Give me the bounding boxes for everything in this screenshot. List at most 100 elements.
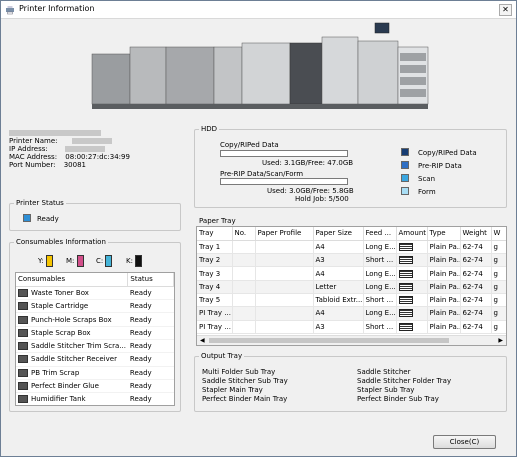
paper-amount-icon [398,269,413,278]
col-no[interactable]: No. [232,227,256,241]
paper-tray-table: Tray No. Paper Profile Paper Size Feed .… [196,226,507,346]
table-row[interactable]: PI Tray ...A3Short ...Plain Pa...62-74g [197,320,506,334]
legend-prerip-swatch [401,161,409,169]
col-consumables[interactable]: Consumables [16,273,129,287]
table-row[interactable]: Perfect Binder Glue Ready [16,379,174,394]
table-row[interactable]: Tray 3A4Long E...Plain Pa...62-74g [197,266,506,281]
prerip-usage-bar [220,178,348,185]
consumables-table: Consumables Status Waste Toner Box Ready … [15,272,175,406]
consumables-group: Consumables Information Y: M: C: K: Cons… [9,238,181,412]
toner-m: M: [66,255,84,267]
hdd-group: HDD Copy/RIPed Data Used: 3.1GB/Free: 47… [194,125,507,208]
port-number-value: 30081 [63,161,86,169]
toner-k-level-icon [135,255,143,267]
legend-form: Form [418,188,436,196]
output-tray-left-2: Stapler Main Tray [202,386,263,394]
h-scrollbar-thumb[interactable] [209,338,449,343]
output-tray-group: Output Tray Multi Folder Sub Tray Saddle… [194,352,507,412]
legend-form-swatch [401,187,409,195]
toner-y: Y: [38,255,53,267]
saddle-receiver-icon [18,355,28,364]
col-w[interactable]: W [491,227,506,241]
output-tray-left-1: Saddle Stitcher Sub Tray [202,377,288,385]
output-tray-title: Output Tray [199,352,245,361]
consumables-title: Consumables Information [14,238,108,247]
paper-tray-title: Paper Tray [199,217,236,225]
title-bar: Printer Information ✕ [1,1,516,19]
table-row[interactable]: Saddle Stitcher Trim Scra... Ready [16,339,174,354]
table-row[interactable]: Tray 1A4Long E...Plain Pa...62-74g [197,240,506,255]
output-tray-right-3: Perfect Binder Sub Tray [357,395,439,403]
col-weight[interactable]: Weight [460,227,492,241]
consumables-header-row: Consumables Status [16,273,174,287]
table-row[interactable]: PI Tray ...A4Long E...Plain Pa...62-74g [197,306,506,321]
table-row[interactable]: Waste Toner Box Ready [16,286,174,301]
copy-ripped-usage-bar [220,150,348,157]
legend-scan-swatch [401,174,409,182]
output-tray-right-1: Saddle Stitcher Folder Tray [357,377,452,385]
saddle-trim-icon [18,342,28,351]
close-window-button[interactable]: ✕ [499,4,512,16]
output-tray-right-2: Stapler Sub Tray [357,386,415,394]
table-row[interactable]: Tray 2A3Short ...Plain Pa...62-74g [197,253,506,268]
printer-illustration [91,22,429,109]
legend-copy-ripped-swatch [401,148,409,156]
hdd-title: HDD [199,125,220,134]
port-number-label: Port Number: [9,161,56,169]
table-row[interactable]: Tray 5Tabloid Extr...Short ...Plain Pa..… [197,293,506,308]
col-feed[interactable]: Feed ... [363,227,397,241]
table-row[interactable]: Punch-Hole Scraps Box Ready [16,312,174,327]
legend-scan: Scan [418,175,436,183]
col-status[interactable]: Status [127,273,174,287]
mac-address-value: 08:00:27:dc:34:99 [65,153,130,161]
waste-toner-icon [18,288,28,297]
printer-status-value: Ready [37,215,59,223]
scroll-right-icon[interactable]: ▶ [498,337,503,345]
punch-hole-icon [18,315,28,324]
legend-prerip: Pre-RIP Data [418,162,462,170]
ip-address-label: IP Address: [9,145,48,153]
paper-amount-icon [398,296,413,305]
prerip-usage: Used: 3.0GB/Free: 5.8GB [267,187,354,195]
window-title: Printer Information [19,4,95,13]
prerip-label: Pre-RIP Data/Scan/Form [220,170,304,178]
pb-trim-icon [18,368,28,377]
toner-k: K: [126,255,143,267]
close-button[interactable]: Close(C) [433,435,496,449]
toner-c: C: [96,255,113,267]
table-row[interactable]: Humidifier Tank Ready [16,392,174,405]
col-paper-profile[interactable]: Paper Profile [255,227,314,241]
status-indicator-icon [23,214,31,222]
paper-amount-icon [398,309,413,318]
scroll-left-icon[interactable]: ◀ [200,337,205,345]
toner-c-level-icon [105,255,113,267]
col-tray[interactable]: Tray [197,227,233,241]
table-row[interactable]: Staple Cartridge Ready [16,299,174,314]
printer-status-group: Printer Status Ready [9,199,181,231]
legend-copy-ripped: Copy/RIPed Data [418,149,477,157]
col-paper-size[interactable]: Paper Size [313,227,364,241]
col-amount[interactable]: Amount [396,227,428,241]
paper-amount-icon [398,242,413,251]
printer-info-window: Printer Information ✕ Printer Name: IP A… [0,0,517,457]
paper-amount-icon [398,322,413,331]
col-type[interactable]: Type [427,227,461,241]
copy-ripped-usage: Used: 3.1GB/Free: 47.0GB [262,159,354,167]
binder-glue-icon [18,382,28,391]
printer-icon [6,6,14,15]
paper-amount-icon [398,282,413,291]
printer-name-label: Printer Name: [9,137,58,145]
printer-info: Printer Name: IP Address: MAC Address: 0… [9,129,130,169]
output-tray-right-0: Saddle Stitcher [357,368,411,376]
paper-tray-h-scrollbar[interactable]: ◀ ▶ [197,335,506,345]
table-row[interactable]: Saddle Stitcher Receiver Ready [16,352,174,367]
output-tray-left-0: Multi Folder Sub Tray [202,368,276,376]
table-row[interactable]: Staple Scrap Box Ready [16,326,174,340]
paper-amount-icon [398,256,413,265]
table-row[interactable]: PB Trim Scrap Ready [16,366,174,380]
table-row[interactable]: Tray 4LetterLong E...Plain Pa...62-74g [197,280,506,294]
hold-job: Hold Job: 5/500 [295,195,349,203]
paper-tray-header-row: Tray No. Paper Profile Paper Size Feed .… [197,227,506,241]
toner-m-level-icon [76,255,84,267]
output-tray-left-3: Perfect Binder Main Tray [202,395,288,403]
